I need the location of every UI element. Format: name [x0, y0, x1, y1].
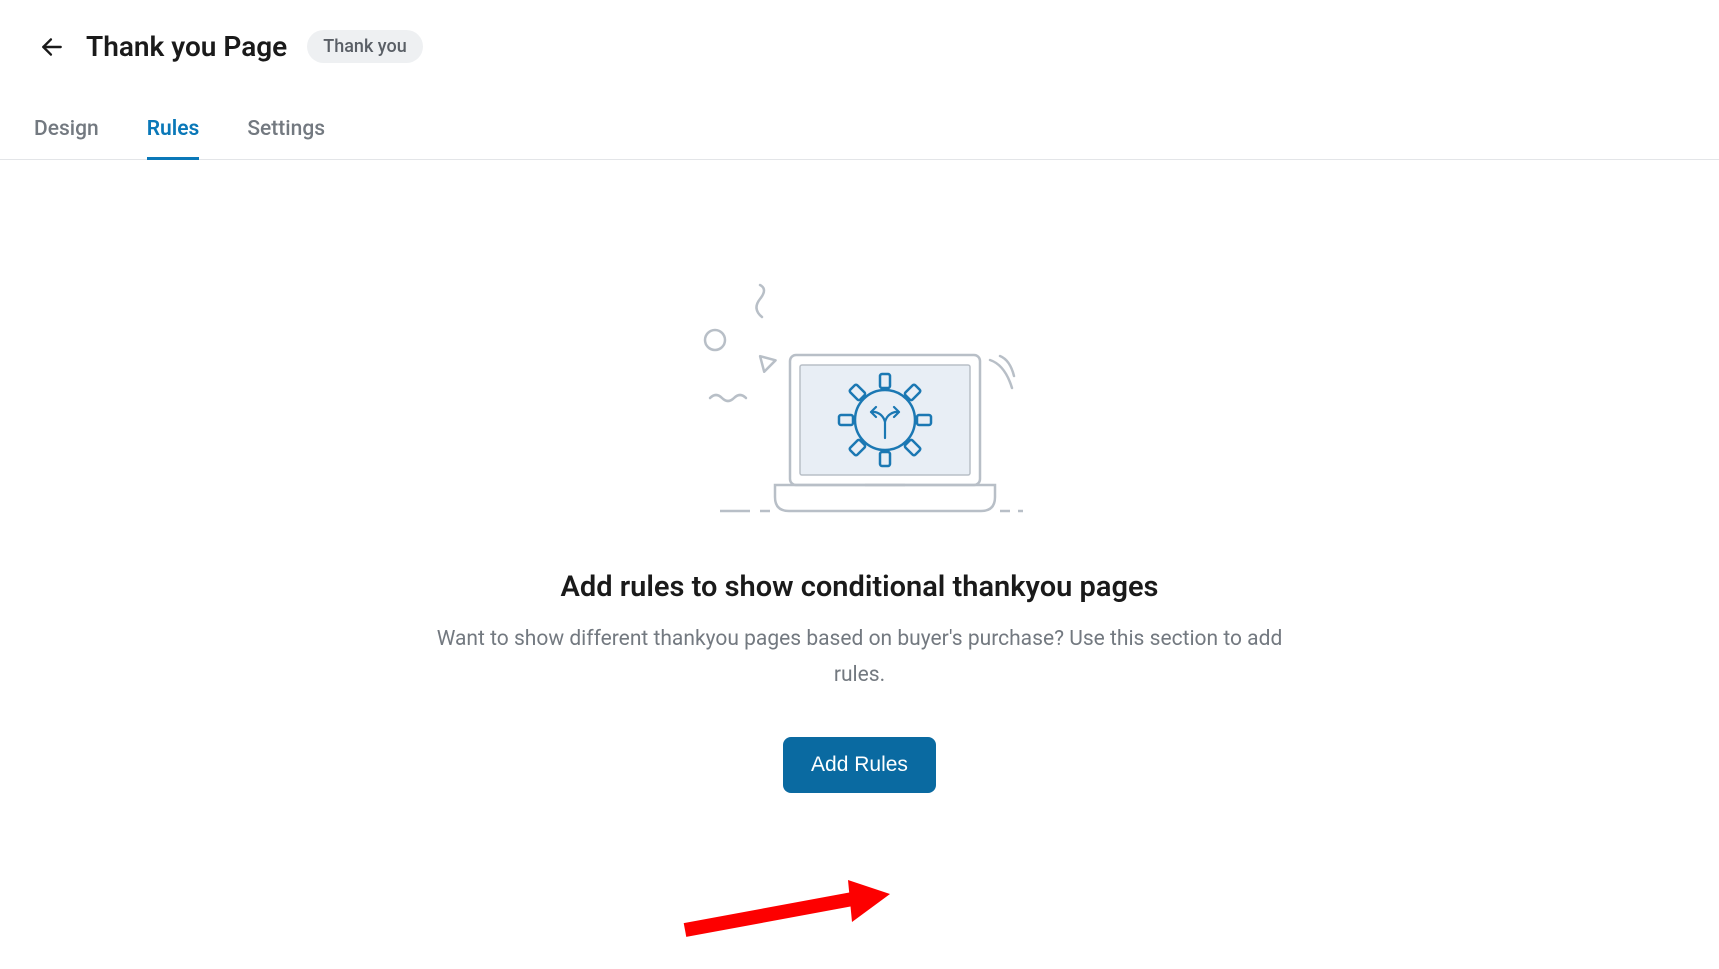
- empty-state-illustration: [690, 280, 1030, 530]
- tab-design[interactable]: Design: [34, 103, 99, 160]
- empty-state-subtext: Want to show different thankyou pages ba…: [410, 622, 1310, 693]
- empty-state-heading: Add rules to show conditional thankyou p…: [561, 570, 1159, 604]
- back-button[interactable]: [38, 33, 66, 61]
- page-title: Thank you Page: [86, 30, 287, 63]
- back-arrow-icon: [39, 34, 65, 60]
- page-header: Thank you Page Thank you: [0, 0, 1719, 83]
- tab-rules[interactable]: Rules: [147, 103, 200, 160]
- tabs-nav: Design Rules Settings: [0, 103, 1719, 160]
- tab-settings[interactable]: Settings: [247, 103, 325, 160]
- annotation-arrow-icon: [680, 880, 890, 950]
- add-rules-button[interactable]: Add Rules: [783, 737, 936, 793]
- empty-state: Add rules to show conditional thankyou p…: [0, 160, 1719, 793]
- page-type-badge: Thank you: [307, 30, 422, 63]
